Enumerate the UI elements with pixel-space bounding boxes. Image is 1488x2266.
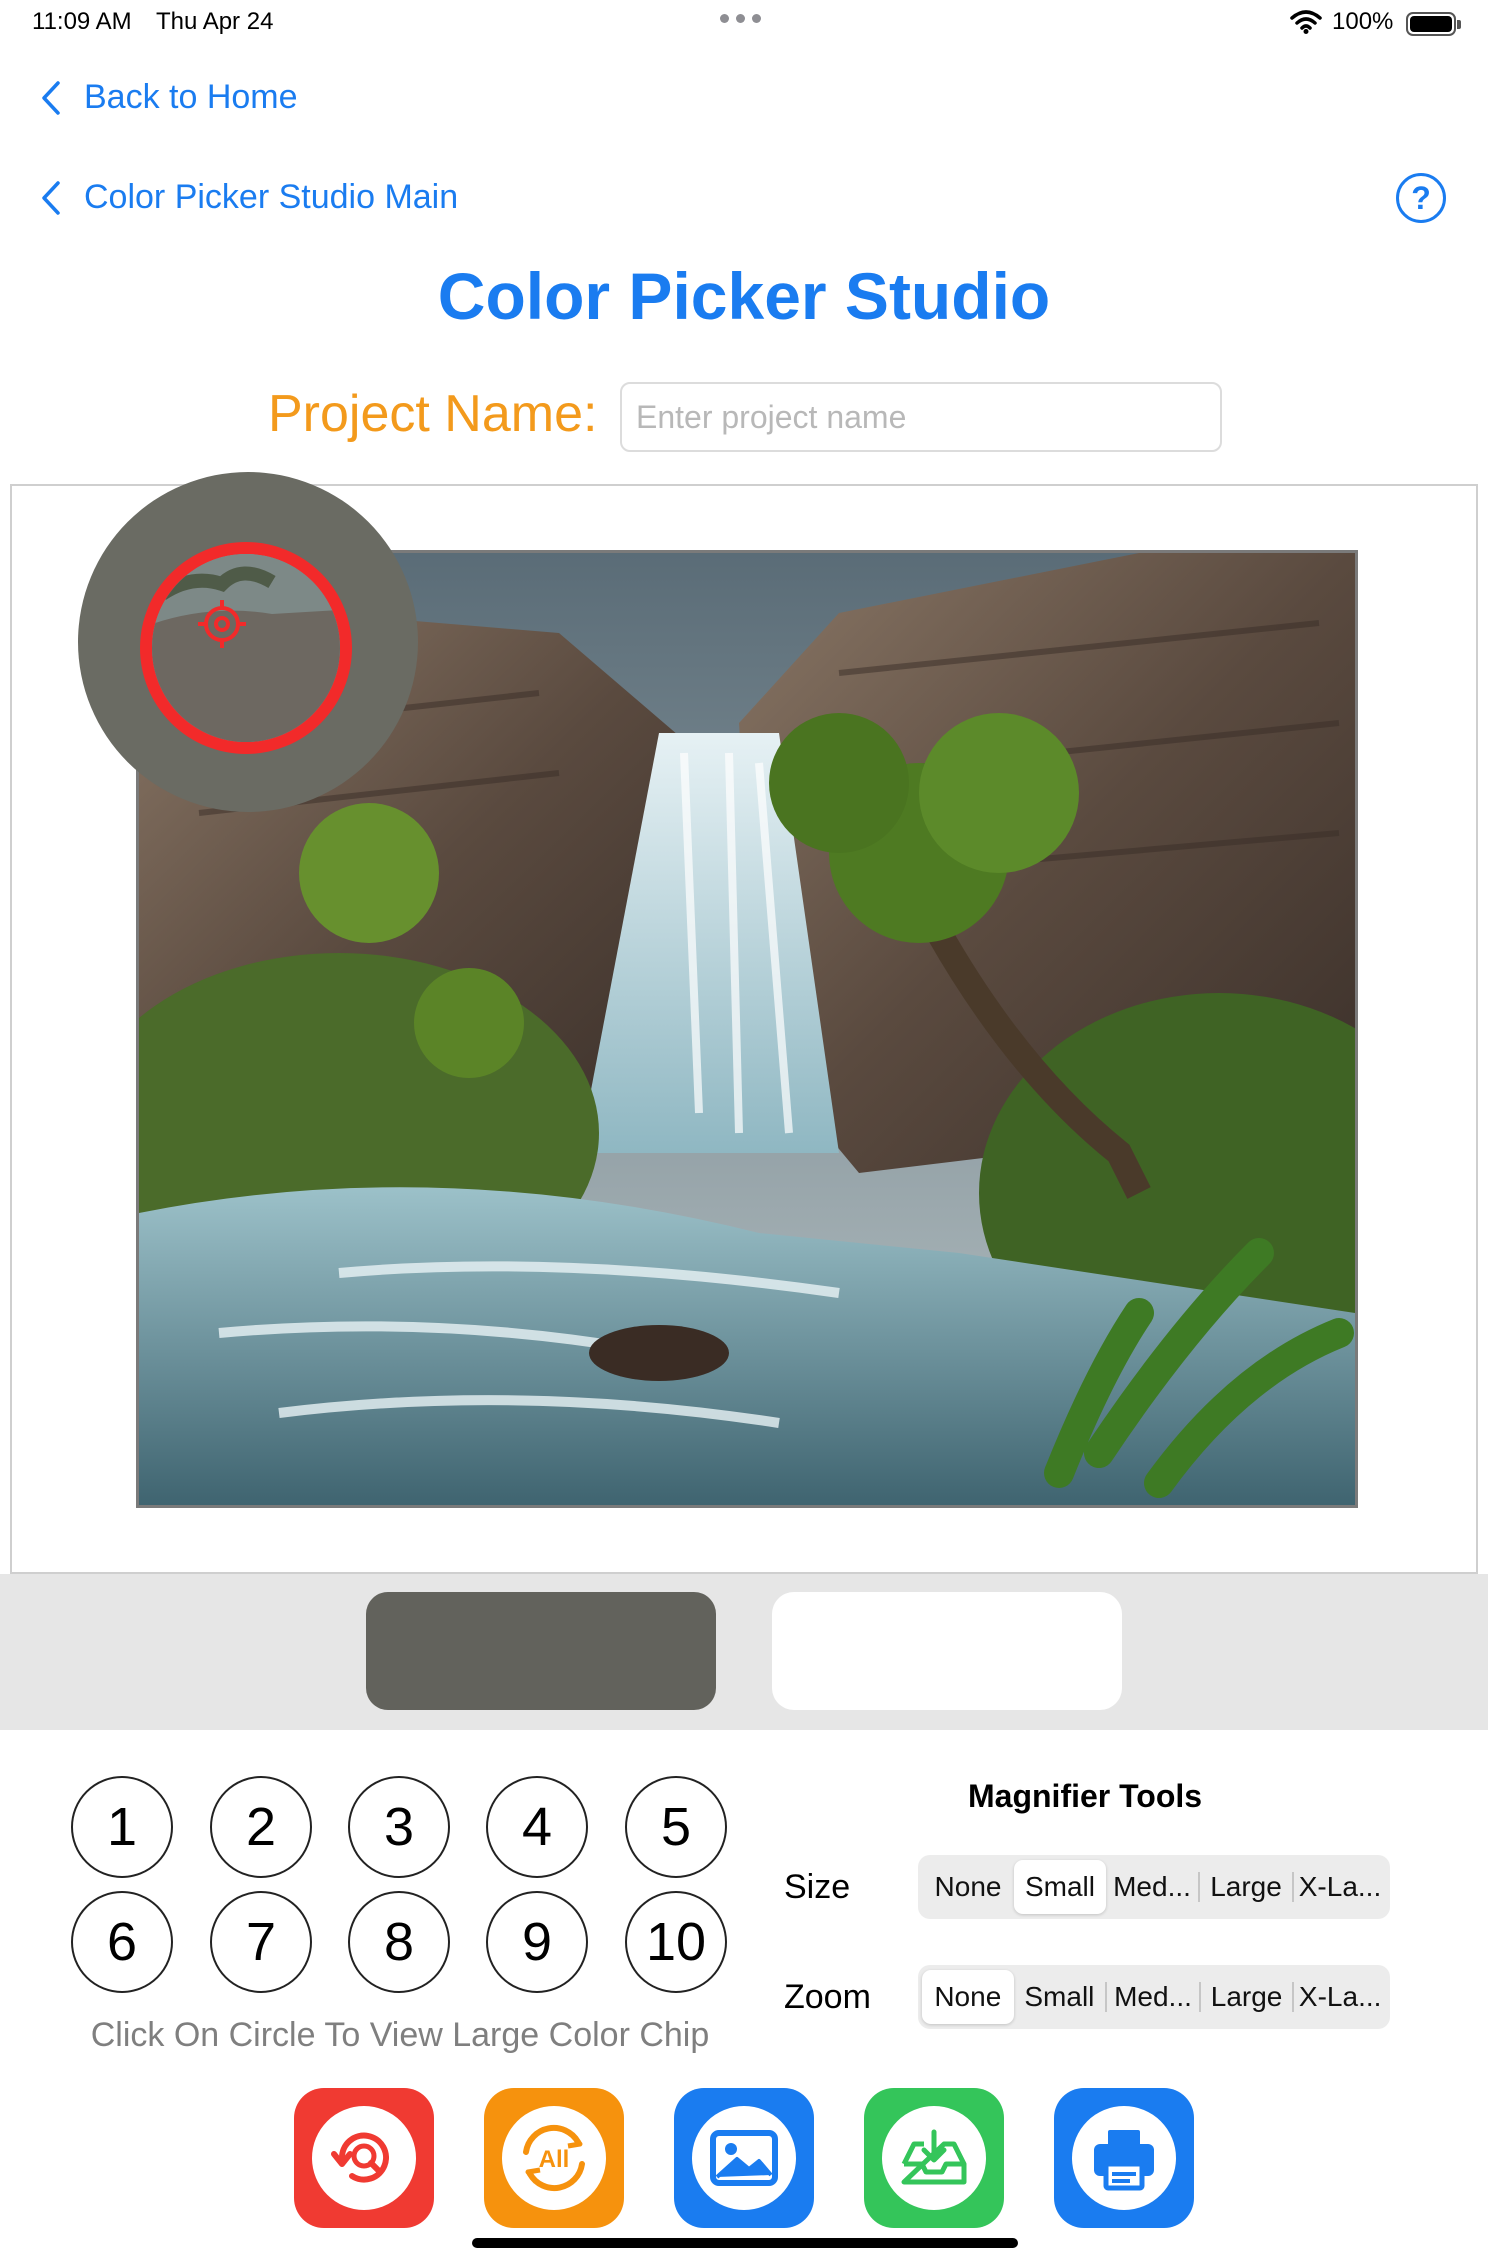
color-circle-4[interactable]: 4: [486, 1776, 588, 1878]
size-label: Size: [784, 1868, 851, 1906]
color-circle-5[interactable]: 5: [625, 1776, 727, 1878]
zoom-option-large[interactable]: Large: [1201, 1970, 1293, 2024]
selected-color-swatch[interactable]: [366, 1592, 716, 1710]
image-picker-button[interactable]: [674, 2088, 814, 2228]
question-circle-icon[interactable]: ?: [1396, 173, 1446, 223]
refresh-all-icon: All: [523, 2124, 585, 2192]
battery-percent: 100%: [1332, 8, 1394, 35]
home-indicator[interactable]: [472, 2238, 1018, 2248]
battery-icon: [1406, 12, 1461, 36]
print-button[interactable]: [1054, 2088, 1194, 2228]
size-option-medium[interactable]: Med...: [1106, 1860, 1198, 1914]
multitasking-dots-icon[interactable]: [720, 14, 761, 23]
svg-text:All: All: [539, 2146, 570, 2173]
status-time: 11:09 AM: [32, 8, 132, 35]
secondary-color-swatch[interactable]: [772, 1592, 1122, 1710]
swatch-bar: [0, 1574, 1488, 1730]
save-button[interactable]: [864, 2088, 1004, 2228]
project-name-label: Project Name:: [268, 385, 598, 443]
color-circle-10[interactable]: 10: [625, 1891, 727, 1993]
printer-icon: [1094, 2130, 1154, 2191]
magnify-reset-button[interactable]: [294, 2088, 434, 2228]
color-circle-9[interactable]: 9: [486, 1891, 588, 1993]
zoom-option-none[interactable]: None: [922, 1970, 1014, 2024]
zoom-option-small[interactable]: Small: [1014, 1970, 1106, 2024]
color-circle-1[interactable]: 1: [71, 1776, 173, 1878]
chevron-left-icon: [42, 180, 60, 215]
magnify-reset-icon: [331, 2132, 389, 2183]
size-segmented-control[interactable]: None Small Med... Large X-La...: [918, 1855, 1390, 1919]
back-to-home-link[interactable]: Back to Home: [40, 78, 298, 117]
color-circle-7[interactable]: 7: [210, 1891, 312, 1993]
size-option-none[interactable]: None: [922, 1860, 1014, 1914]
status-date: Thu Apr 24: [156, 8, 274, 35]
project-name-input[interactable]: [620, 382, 1222, 452]
magnifier-tools-title: Magnifier Tools: [968, 1778, 1203, 1814]
color-circle-6[interactable]: 6: [71, 1891, 173, 1993]
magnified-view: [152, 554, 340, 742]
back-to-main-label: Color Picker Studio Main: [84, 178, 459, 216]
color-circle-3[interactable]: 3: [348, 1776, 450, 1878]
zoom-option-medium[interactable]: Med...: [1107, 1970, 1199, 2024]
image-icon: [710, 2130, 778, 2186]
size-option-xlarge[interactable]: X-La...: [1294, 1860, 1386, 1914]
wifi-icon: [1290, 10, 1322, 34]
refresh-all-button[interactable]: All: [484, 2088, 624, 2228]
zoom-option-xlarge[interactable]: X-La...: [1294, 1970, 1386, 2024]
size-option-large[interactable]: Large: [1200, 1860, 1292, 1914]
size-option-small[interactable]: Small: [1014, 1860, 1106, 1914]
color-circle-2[interactable]: 2: [210, 1776, 312, 1878]
chevron-left-icon: [42, 80, 60, 115]
back-to-main-link[interactable]: Color Picker Studio Main: [40, 178, 458, 217]
magnifier-lens[interactable]: [140, 542, 352, 754]
circle-hint-text: Click On Circle To View Large Color Chip: [90, 2016, 710, 2054]
page-title: Color Picker Studio: [437, 259, 1051, 333]
color-circle-8[interactable]: 8: [348, 1891, 450, 1993]
save-tray-icon: [901, 2129, 967, 2185]
zoom-label: Zoom: [784, 1978, 871, 2016]
back-to-home-label: Back to Home: [84, 78, 298, 116]
zoom-segmented-control[interactable]: None Small Med... Large X-La...: [918, 1965, 1390, 2029]
